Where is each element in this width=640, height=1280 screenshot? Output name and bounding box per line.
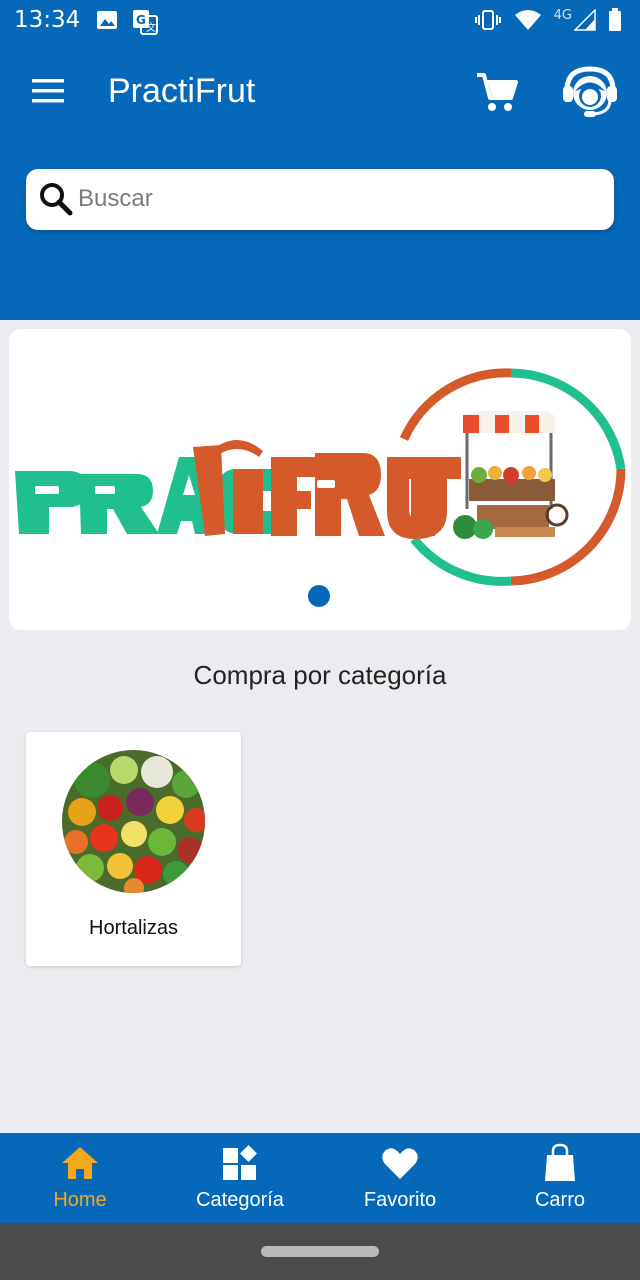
nav-label: Home: [53, 1189, 107, 1211]
network-label: 4G: [553, 7, 572, 23]
search-bar[interactable]: [26, 169, 614, 230]
nav-label: Categoría: [196, 1189, 284, 1211]
category-icon: [223, 1145, 257, 1180]
app-bar: PractiFrut: [0, 42, 640, 320]
carousel-indicator-dot[interactable]: [308, 585, 330, 607]
signal-icon: [574, 9, 596, 31]
cart-icon: [477, 73, 518, 111]
search-icon: [40, 183, 73, 216]
translate-icon: G 文: [133, 10, 158, 35]
status-bar: 13:34 G 文 4G: [0, 0, 640, 42]
category-label: Hortalizas: [89, 917, 178, 939]
status-time: 13:34: [14, 7, 81, 33]
home-icon: [62, 1147, 98, 1179]
shopping-bag-icon: [545, 1143, 575, 1181]
nav-item-home[interactable]: Home: [0, 1133, 160, 1223]
vegetables-image: [62, 750, 205, 893]
wifi-icon: [514, 10, 541, 30]
menu-button[interactable]: [30, 76, 70, 112]
home-gesture-pill[interactable]: [261, 1246, 379, 1257]
bottom-navigation: Home Categoría Favorito Carro: [0, 1133, 640, 1223]
support-agent-icon: [563, 66, 617, 117]
cart-button[interactable]: [474, 70, 520, 116]
menu-icon: [32, 79, 64, 103]
app-title: PractiFrut: [108, 72, 256, 110]
fruit-stand-illustration: [453, 411, 569, 539]
nav-item-carro[interactable]: Carro: [480, 1133, 640, 1223]
banner-carousel[interactable]: [9, 329, 631, 630]
svg-text:文: 文: [146, 21, 156, 34]
search-input[interactable]: [78, 177, 598, 221]
category-card-hortalizas[interactable]: Hortalizas: [26, 732, 241, 966]
section-title: Compra por categoría: [193, 660, 447, 690]
image-icon: [97, 11, 117, 29]
vibrate-icon: [474, 10, 501, 30]
svg-text:G: G: [136, 13, 146, 27]
nav-label: Carro: [534, 1189, 585, 1211]
support-button[interactable]: [560, 66, 620, 120]
heart-icon: [382, 1148, 418, 1179]
system-navigation-bar: [0, 1223, 640, 1280]
nav-label: Favorito: [363, 1189, 437, 1211]
nav-item-categoria[interactable]: Categoría: [160, 1133, 320, 1223]
nav-item-favorito[interactable]: Favorito: [320, 1133, 480, 1223]
battery-icon: [609, 8, 621, 31]
